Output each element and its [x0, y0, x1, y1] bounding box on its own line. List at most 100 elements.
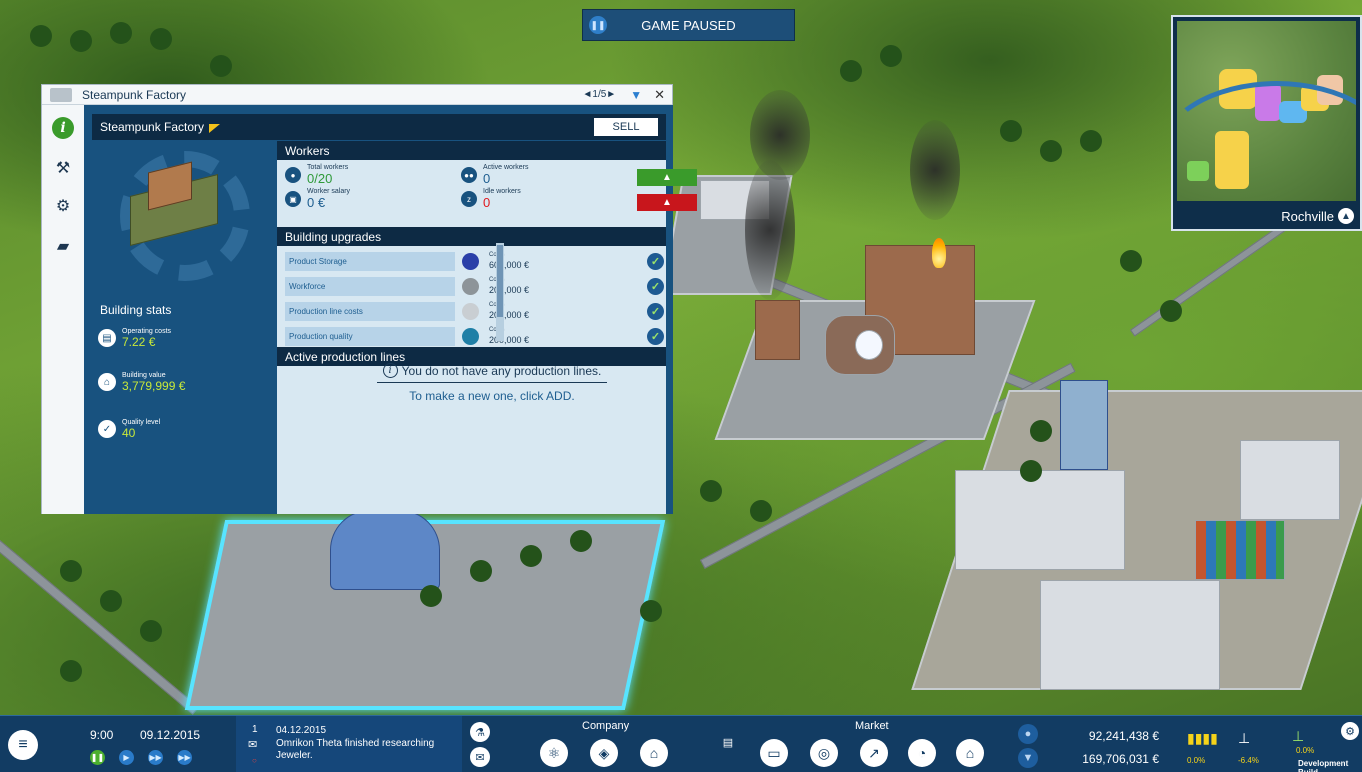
factory-dome: [855, 330, 883, 360]
play-speed-button[interactable]: ▶: [119, 750, 134, 765]
minimap-view[interactable]: [1177, 21, 1356, 201]
fastest-speed-button[interactable]: ▶▶: [177, 750, 192, 765]
factory-building[interactable]: [755, 300, 800, 360]
fire-worker-button[interactable]: ▲: [637, 194, 697, 211]
add-worker-icon: ▲: [662, 172, 672, 183]
fastest-forward-icon: ▶▶: [178, 753, 191, 762]
operating-costs-value: 7.22 €: [122, 335, 156, 349]
bank-icon: ⌂: [965, 745, 975, 761]
minimap-footer: Rochville ▲: [1173, 203, 1360, 229]
hire-worker-button[interactable]: ▲: [637, 169, 697, 186]
workers-header: Workers: [277, 141, 666, 160]
upgrade-cost: 200,000 €: [489, 335, 530, 345]
company-logistics-button[interactable]: ◈: [590, 739, 618, 767]
tree: [210, 55, 232, 77]
building-header: Steampunk Factory SELL: [92, 114, 666, 140]
globe-icon: ◎: [817, 744, 831, 761]
molecule-icon: ⚛: [547, 744, 561, 761]
news-panel[interactable]: 1 ✉ ○ 04.12.2015 Omrikon Theta finished …: [236, 716, 462, 772]
warehouse-building[interactable]: [1040, 580, 1220, 690]
chevron-down-icon: ▼: [1022, 752, 1034, 764]
upgrade-row[interactable]: Product Storage Costs 600,000 € ✓: [277, 252, 666, 272]
worker-icon: ●: [285, 167, 301, 183]
info-tab-icon[interactable]: i: [52, 117, 74, 139]
tree: [60, 660, 82, 682]
clipboard-icon: ▤: [722, 736, 734, 749]
reports-button[interactable]: ▤: [718, 732, 738, 752]
robot-arm-tab-icon[interactable]: ⚒: [52, 157, 74, 179]
mail-icon[interactable]: ✉: [248, 738, 257, 751]
building-name: Steampunk Factory: [100, 120, 205, 134]
tree: [100, 590, 122, 612]
tree: [700, 480, 722, 502]
office-building[interactable]: [330, 510, 440, 590]
quality-level-icon: ✓: [98, 420, 116, 438]
info-icon: i: [382, 363, 398, 378]
upgrade-row[interactable]: Workforce Costs 200,000 € ✓: [277, 277, 666, 297]
tree: [150, 28, 172, 50]
main-menu-button[interactable]: ≡: [8, 730, 38, 760]
window-title: Steampunk Factory: [82, 87, 187, 102]
tree: [640, 600, 662, 622]
quality-level-value: 40: [122, 426, 136, 440]
gear-tab-icon[interactable]: ⚙: [52, 195, 74, 217]
pin-icon[interactable]: ▼: [630, 88, 642, 102]
check-icon: ✓: [647, 303, 664, 320]
warehouse-building[interactable]: [955, 470, 1125, 570]
container-stack: [1195, 520, 1285, 580]
details-panel: Workers ● Total workers 0/20 ▣ Worker sa…: [277, 141, 697, 514]
rename-arrow-icon[interactable]: [209, 123, 221, 133]
market-global-button[interactable]: ◎: [810, 739, 838, 767]
research-button[interactable]: ⚗: [470, 722, 490, 742]
tree: [1000, 120, 1022, 142]
scrollbar-thumb[interactable]: [497, 245, 503, 317]
company-products-button[interactable]: ⚛: [540, 739, 568, 767]
fast-speed-button[interactable]: ▶▶: [148, 750, 163, 765]
news-message: Omrikon Theta finished researching Jewel…: [276, 738, 435, 761]
settings-button[interactable]: ⚙: [1341, 722, 1359, 740]
compass-icon[interactable]: ▲: [1338, 208, 1354, 224]
window-titlebar[interactable]: Steampunk Factory ◄1/5► ▼ ✕: [42, 85, 672, 105]
building-value-stat: ⌂ Building value 3,779,999 €: [98, 371, 185, 393]
tv-icon: ▭: [767, 744, 781, 761]
minimap[interactable]: Rochville ▲: [1171, 15, 1362, 231]
news-count: 1: [252, 724, 258, 735]
tree: [60, 560, 82, 582]
market-tv-button[interactable]: ▭: [760, 739, 788, 767]
game-paused-banner: ❚❚ GAME PAUSED: [582, 9, 795, 41]
upgrades-scrollbar[interactable]: [496, 243, 504, 341]
market-share-button[interactable]: ◔: [908, 739, 936, 767]
tree: [1160, 300, 1182, 322]
check-icon: ✓: [647, 278, 664, 295]
quality-upgrade-icon: [462, 328, 479, 345]
truck-tab-icon[interactable]: ▰: [52, 235, 74, 257]
finance-expand-button[interactable]: ▼: [1018, 748, 1038, 768]
active-workers-value: 0: [483, 171, 491, 186]
building-stats-title: Building stats: [100, 303, 172, 317]
messages-button[interactable]: ✉: [470, 747, 490, 767]
stat-trend-icon: ⊥: [1238, 730, 1251, 746]
upgrade-cost: 600,000 €: [489, 260, 530, 270]
factory-image: [100, 151, 260, 281]
market-bank-button[interactable]: ⌂: [956, 739, 984, 767]
building-pager[interactable]: ◄1/5►: [583, 89, 617, 100]
tree: [70, 30, 92, 52]
production-line-upgrade-icon: [462, 303, 479, 320]
gear-icon: ⚙: [1345, 725, 1355, 738]
road: [0, 540, 200, 715]
close-button[interactable]: ✕: [654, 87, 665, 103]
pause-speed-button[interactable]: ❚❚: [90, 750, 105, 765]
depot-building[interactable]: [1240, 440, 1340, 520]
upgrade-row[interactable]: Production quality Costs 200,000 € ✓: [277, 327, 666, 347]
company-buildings-button[interactable]: ⌂: [640, 739, 668, 767]
window-sidebar: i ⚒ ⚙ ▰: [42, 105, 84, 514]
upgrade-name: Production line costs: [285, 302, 455, 321]
chart-icon: ↗: [868, 744, 880, 761]
finance-toggle-button[interactable]: ●: [1018, 724, 1038, 744]
pause-button[interactable]: ❚❚: [583, 10, 613, 40]
upgrade-row[interactable]: Production line costs Costs 200,000 € ✓: [277, 302, 666, 322]
tower-building[interactable]: [1060, 380, 1108, 470]
sell-button[interactable]: SELL: [594, 118, 658, 136]
market-trends-button[interactable]: ↗: [860, 739, 888, 767]
check-icon: ✓: [647, 253, 664, 270]
